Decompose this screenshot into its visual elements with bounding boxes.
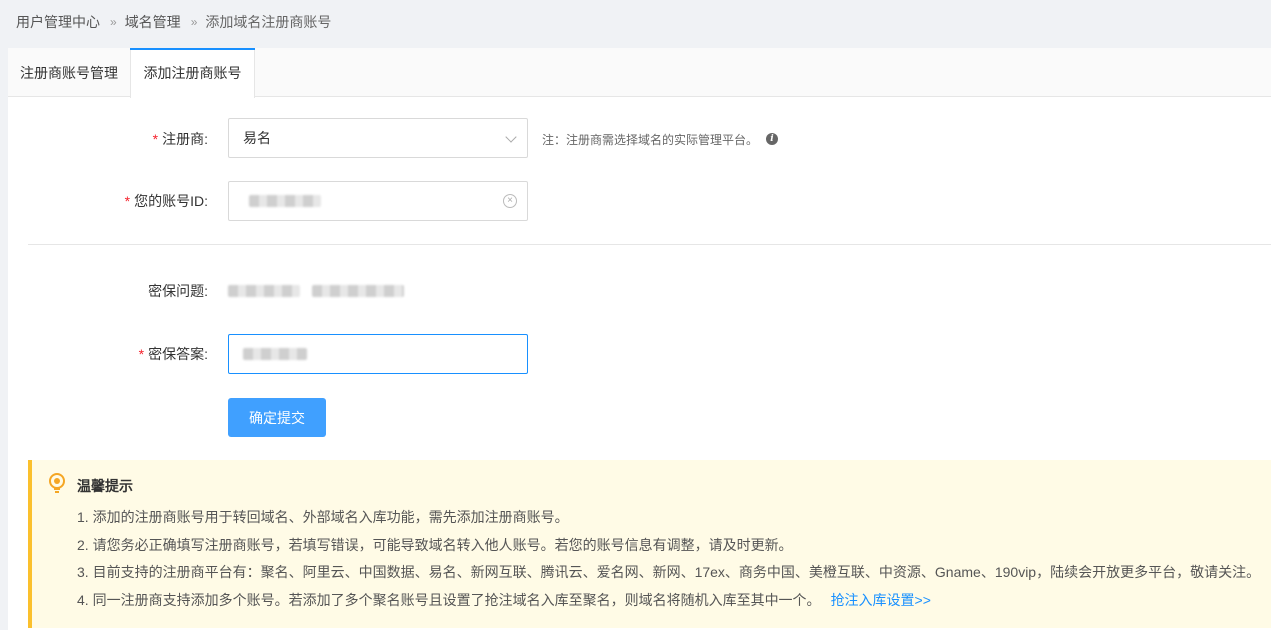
- redacted-text: [228, 285, 300, 297]
- tip-item: 3. 目前支持的注册商平台有：聚名、阿里云、中国数据、易名、新网互联、腾讯云、爱…: [77, 564, 1261, 580]
- clear-icon[interactable]: ×: [503, 194, 517, 208]
- redacted-text: [312, 285, 404, 297]
- tip-item: 2. 请您务必正确填写注册商账号，若填写错误，可能导致域名转入他人账号。若您的账…: [77, 537, 793, 553]
- registrar-select-value: 易名: [243, 130, 271, 146]
- tip-item: 1. 添加的注册商账号用于转回域名、外部域名入库功能，需先添加注册商账号。: [77, 509, 569, 525]
- account-id-label: * 您的账号ID:: [124, 193, 208, 209]
- breadcrumb-domain-management[interactable]: 域名管理: [125, 12, 181, 32]
- registrar-note: 注：注册商需选择域名的实际管理平台。 i: [542, 131, 779, 147]
- required-mark: *: [152, 131, 159, 147]
- breadcrumb-separator: »: [110, 15, 117, 29]
- tip-item: 4. 同一注册商支持添加多个账号。若添加了多个聚名账号且设置了抢注域名入库至聚名…: [77, 592, 931, 608]
- lightbulb-icon: [49, 473, 65, 493]
- snatch-storage-settings-link[interactable]: 抢注入库设置>>: [831, 592, 931, 608]
- tab-bar: 注册商账号管理 添加注册商账号: [8, 48, 1271, 98]
- registrar-select[interactable]: 易名: [228, 118, 528, 158]
- divider: [28, 244, 1271, 245]
- breadcrumb-separator: »: [190, 15, 198, 29]
- redacted-answer: [243, 348, 307, 360]
- breadcrumb-current: 添加域名注册商账号: [205, 14, 332, 30]
- required-mark: *: [124, 193, 131, 209]
- security-question-value: [228, 285, 404, 297]
- tab-add-registrar-account[interactable]: 添加注册商账号: [130, 48, 255, 98]
- security-answer-label: * 密保答案:: [138, 346, 208, 362]
- chevron-down-icon: [505, 131, 517, 143]
- main-card: 注册商账号管理 添加注册商账号 * 注册商: 易名 注：注册商需选择域名的实际管理…: [8, 48, 1271, 630]
- tips-title: 温馨提示: [77, 478, 133, 494]
- security-answer-input[interactable]: [228, 334, 528, 374]
- redacted-account-id: [249, 195, 321, 207]
- account-id-input[interactable]: ×: [228, 181, 528, 221]
- security-question-label: 密保问题:: [148, 283, 208, 299]
- registrar-label: * 注册商:: [152, 131, 208, 147]
- breadcrumb-user-center[interactable]: 用户管理中心: [16, 12, 100, 32]
- breadcrumb: 用户管理中心 » 域名管理 » 添加域名注册商账号: [16, 12, 331, 32]
- required-mark: *: [138, 346, 145, 362]
- tab-registrar-accounts[interactable]: 注册商账号管理: [8, 48, 130, 97]
- submit-button[interactable]: 确定提交: [228, 398, 326, 437]
- info-icon[interactable]: i: [766, 133, 779, 145]
- tips-panel: 温馨提示 1. 添加的注册商账号用于转回域名、外部域名入库功能，需先添加注册商账…: [28, 460, 1271, 628]
